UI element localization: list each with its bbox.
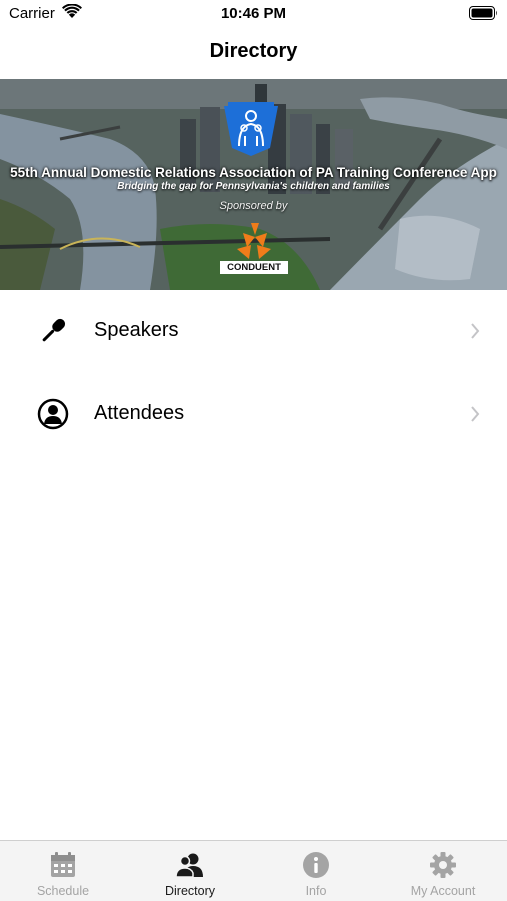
status-bar: Carrier 10:46 PM — [0, 0, 507, 28]
conference-subtitle: Bridging the gap for Pennsylvania's chil… — [117, 181, 390, 192]
conference-title: 55th Annual Domestic Relations Associati… — [10, 165, 497, 180]
tab-bar: Schedule Directory Info My Account — [0, 840, 507, 901]
tab-info-label: Info — [305, 884, 327, 898]
info-icon — [303, 852, 329, 878]
tab-my-account[interactable]: My Account — [380, 841, 506, 901]
tab-info[interactable]: Info — [253, 841, 379, 901]
tab-schedule-label: Schedule — [36, 884, 90, 898]
calendar-icon — [51, 852, 75, 877]
person-icon — [37, 398, 69, 430]
attendees-label: Attendees — [94, 402, 185, 424]
conference-banner: 55th Annual Domestic Relations Associati… — [0, 79, 507, 290]
people-icon — [176, 853, 203, 878]
tab-my-account-label: My Account — [410, 884, 476, 898]
battery-icon — [469, 6, 497, 20]
sponsor-name: CONDUENT — [220, 261, 288, 274]
tab-schedule[interactable]: Schedule — [0, 841, 126, 901]
sponsor-logo-icon — [237, 223, 271, 259]
chevron-right-icon — [471, 323, 480, 339]
list-item-attendees[interactable]: Attendees — [0, 373, 507, 456]
page-title: Directory — [209, 40, 298, 62]
tab-directory-label: Directory — [164, 884, 215, 898]
gear-icon — [430, 852, 456, 878]
status-time: 10:46 PM — [220, 5, 287, 22]
association-logo-icon — [224, 102, 278, 156]
sponsored-by-label: Sponsored by — [219, 200, 288, 212]
tab-directory[interactable]: Directory — [127, 841, 253, 901]
microphone-icon — [42, 318, 66, 342]
list-item-speakers[interactable]: Speakers — [0, 290, 507, 373]
speakers-label: Speakers — [94, 319, 179, 341]
chevron-right-icon — [471, 406, 480, 422]
